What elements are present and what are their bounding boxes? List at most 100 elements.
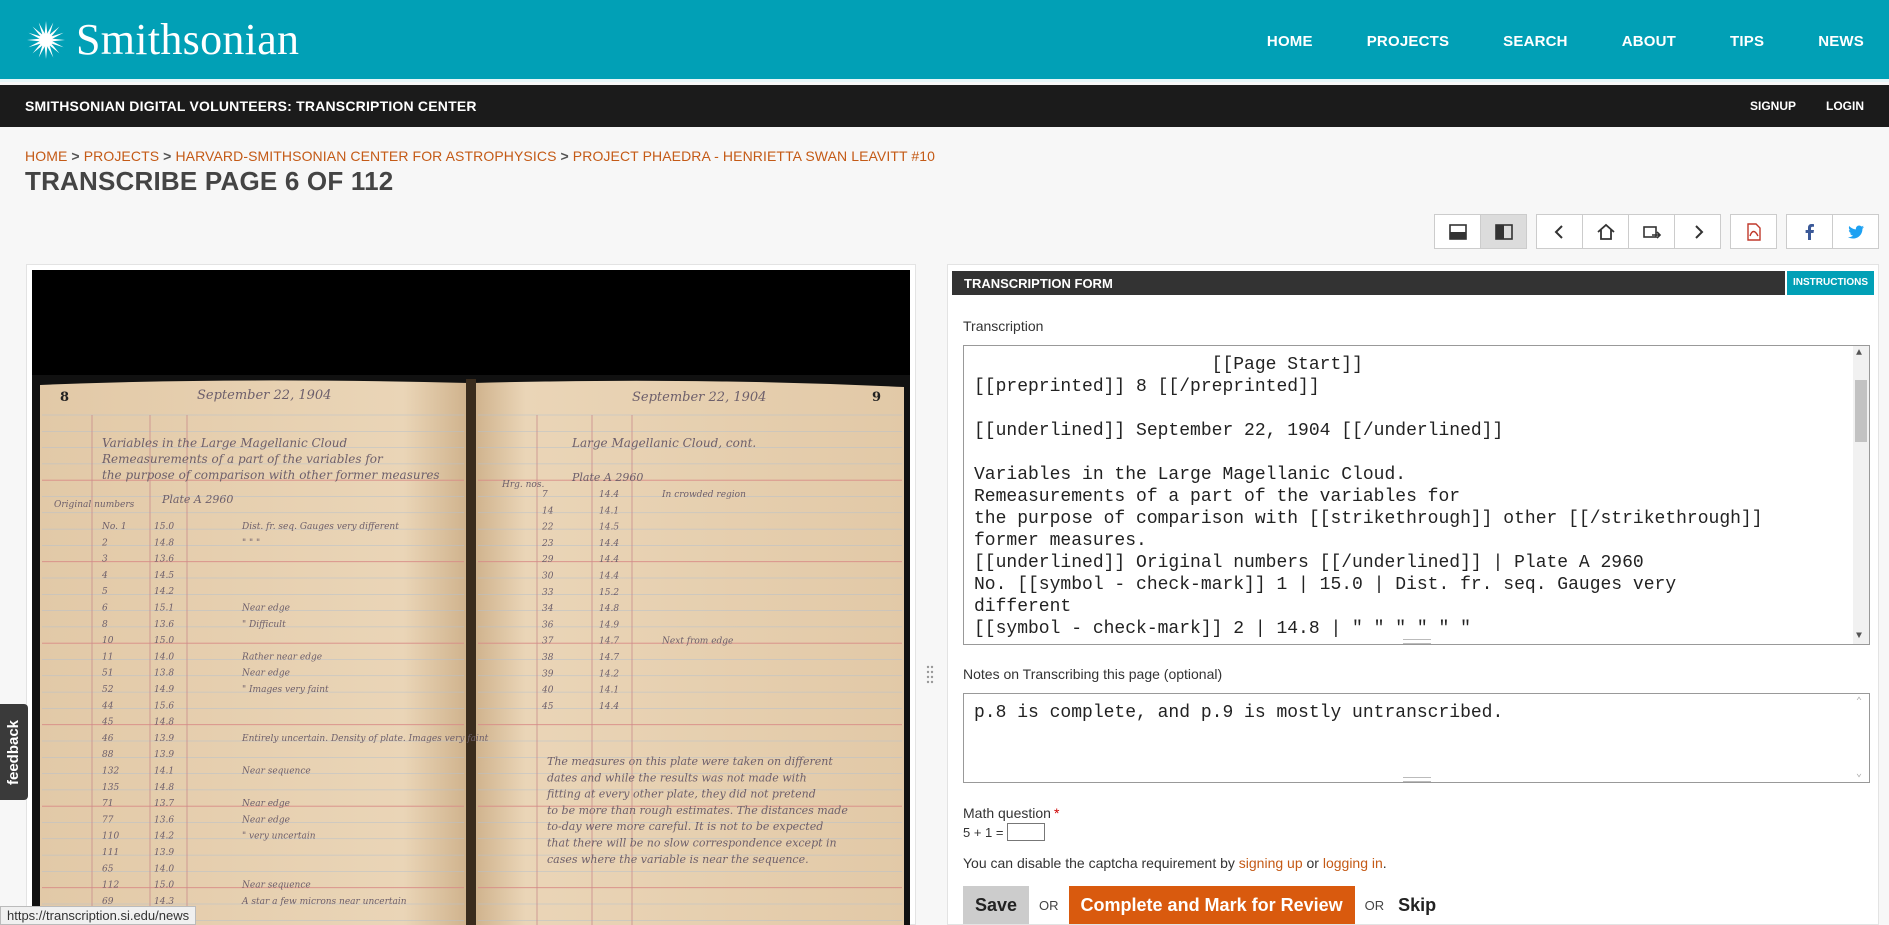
notebook-star-number: 3 xyxy=(102,555,108,565)
nav-news[interactable]: NEWS xyxy=(1818,33,1864,50)
breadcrumb-project[interactable]: Project PHaEDRA - Henrietta Swan Leavitt… xyxy=(573,148,935,164)
notebook-remark: " " " xyxy=(242,538,260,548)
notebook-magnitude: 13.6 xyxy=(154,620,174,630)
notebook-paragraph-line: fitting at every other plate, they did n… xyxy=(546,788,816,801)
notes-textarea[interactable]: p.8 is complete, and p.9 is mostly untra… xyxy=(963,693,1870,783)
smithsonian-logo[interactable]: Smithsonian xyxy=(26,18,299,62)
notebook-remark: Near edge xyxy=(241,669,290,679)
instructions-button[interactable]: INSTRUCTIONS xyxy=(1785,271,1874,295)
twitter-share-button[interactable] xyxy=(1832,214,1879,249)
or-separator: OR xyxy=(1364,897,1385,913)
notebook-star-number: 8 xyxy=(102,620,108,630)
signup-link[interactable]: SIGNUP xyxy=(1750,99,1796,113)
breadcrumb-home[interactable]: Home xyxy=(25,148,67,164)
layout-stacked-button[interactable] xyxy=(1434,214,1481,249)
save-button[interactable]: Save xyxy=(963,886,1030,924)
notebook-star-number: 88 xyxy=(102,750,114,760)
math-answer-input[interactable] xyxy=(1007,823,1046,841)
breadcrumb: Home > Projects > Harvard-Smithsonian Center… xyxy=(25,148,935,164)
complete-review-button[interactable]: Complete and Mark for Review xyxy=(1068,886,1355,924)
captcha-note-or: or xyxy=(1306,855,1319,871)
notebook-magnitude: 14.0 xyxy=(154,864,174,874)
notebook-magnitude: 14.2 xyxy=(599,669,619,679)
prev-icon xyxy=(1554,224,1563,239)
scroll-up-icon[interactable]: ⌃ xyxy=(1856,696,1862,708)
notebook-magnitude: 13.7 xyxy=(154,799,174,809)
notebook-magnitude: 14.8 xyxy=(154,718,174,728)
next-page-button[interactable] xyxy=(1674,214,1721,249)
notebook-magnitude: 13.9 xyxy=(154,848,174,858)
nav-search[interactable]: SEARCH xyxy=(1503,33,1568,50)
skip-link[interactable]: Skip xyxy=(1398,895,1436,916)
notebook-star-number: No. 1 xyxy=(101,522,127,532)
notebook-remark: Rather near edge xyxy=(241,652,322,662)
notebook-magnitude: 15.6 xyxy=(154,701,174,711)
notebook-magnitude: 14.0 xyxy=(154,652,174,662)
sunburst-ray xyxy=(44,46,48,59)
scroll-down-icon[interactable]: ⌄ xyxy=(1856,768,1862,780)
nav-about[interactable]: ABOUT xyxy=(1622,33,1676,50)
panel-splitter-handle[interactable] xyxy=(925,664,935,686)
notebook-remark: Near sequence xyxy=(241,881,311,891)
rotate-button[interactable] xyxy=(1628,214,1675,249)
notebook-star-number: 6 xyxy=(102,604,108,614)
notebook-magnitude: 14.9 xyxy=(599,620,619,630)
signing-up-link[interactable]: signing up xyxy=(1239,855,1303,871)
notebook-star-number: 33 xyxy=(542,588,554,598)
sunburst-ray xyxy=(27,38,40,42)
left-page-number: 8 xyxy=(60,390,69,405)
notebook-star-number: 23 xyxy=(541,539,554,549)
project-home-button[interactable] xyxy=(1582,214,1629,249)
left-date: September 22, 1904 xyxy=(197,388,331,403)
sunburst-ray xyxy=(52,38,65,42)
left-heading-2: Remeasurements of a part of the variable… xyxy=(101,452,384,466)
layout-side-by-side-button[interactable] xyxy=(1480,214,1527,249)
resize-grip-icon[interactable] xyxy=(1402,777,1431,782)
notebook-magnitude: 14.1 xyxy=(599,506,619,516)
breadcrumb-projects[interactable]: Projects xyxy=(84,148,159,164)
captcha-note-period: . xyxy=(1382,855,1387,871)
notebook-star-number: 71 xyxy=(102,799,113,809)
notebook-remark: Near edge xyxy=(241,604,290,614)
notebook-magnitude: 14.4 xyxy=(599,572,619,582)
logging-in-link[interactable]: logging in xyxy=(1323,855,1383,871)
notebook-magnitude: 14.8 xyxy=(154,783,174,793)
pdf-button[interactable] xyxy=(1730,214,1777,249)
site-title[interactable]: SMITHSONIAN DIGITAL VOLUNTEERS: TRANSCRI… xyxy=(25,98,477,114)
notebook-star-number: 22 xyxy=(541,523,554,533)
feedback-tab[interactable]: feedback xyxy=(0,704,28,800)
nav-home[interactable]: HOME xyxy=(1267,33,1313,50)
notes-scrollbar[interactable]: ⌃ ⌄ xyxy=(1853,694,1869,782)
nav-projects[interactable]: PROJECTS xyxy=(1367,33,1449,50)
scroll-up-icon[interactable]: ▲ xyxy=(1856,348,1862,359)
notebook-magnitude: 13.8 xyxy=(154,669,174,679)
breadcrumb-separator: > xyxy=(71,148,80,164)
navigation-group xyxy=(1536,214,1721,249)
facebook-share-button[interactable] xyxy=(1786,214,1833,249)
scroll-down-icon[interactable]: ▼ xyxy=(1856,631,1862,642)
login-link[interactable]: LOGIN xyxy=(1826,99,1864,113)
notebook-remark: " Difficult xyxy=(242,620,286,630)
layout-stacked-icon xyxy=(1448,223,1467,240)
resize-grip-icon[interactable] xyxy=(1402,639,1431,644)
image-canvas[interactable]: 8 9 September 22, 1904 September 22, 190… xyxy=(32,270,910,925)
right-date: September 22, 1904 xyxy=(632,390,766,405)
previous-page-button[interactable] xyxy=(1536,214,1583,249)
notebook-spine xyxy=(466,379,476,925)
left-heading-3: the purpose of comparison with other for… xyxy=(102,468,440,482)
breadcrumb-center[interactable]: Harvard-Smithsonian Center for Astrophys… xyxy=(175,148,556,164)
notebook-magnitude: 14.2 xyxy=(154,587,174,597)
form-actions: Save OR Complete and Mark for Review OR … xyxy=(963,886,1436,924)
math-question-text: 5 + 1 = xyxy=(963,824,1004,840)
left-heading-1: Variables in the Large Magellanic Cloud xyxy=(102,436,347,450)
notebook-magnitude: 14.4 xyxy=(599,702,619,712)
scrollbar-thumb[interactable] xyxy=(1855,380,1867,442)
notebook-star-number: 10 xyxy=(102,636,114,646)
right-column-header-1: Hrg. nos. xyxy=(501,480,544,490)
nav-tips[interactable]: TIPS xyxy=(1730,33,1764,50)
transcription-textarea[interactable]: [[Page Start]] [[preprinted]] 8 [[/prepr… xyxy=(963,345,1870,645)
notebook-scan-image[interactable]: 8 9 September 22, 1904 September 22, 190… xyxy=(32,375,910,925)
notebook-remark: A star a few microns near uncertain xyxy=(241,897,407,907)
notebook-remark: Dist. fr. seq. Gauges very different xyxy=(241,522,399,532)
transcription-scrollbar[interactable]: ▲ ▼ xyxy=(1853,346,1869,644)
